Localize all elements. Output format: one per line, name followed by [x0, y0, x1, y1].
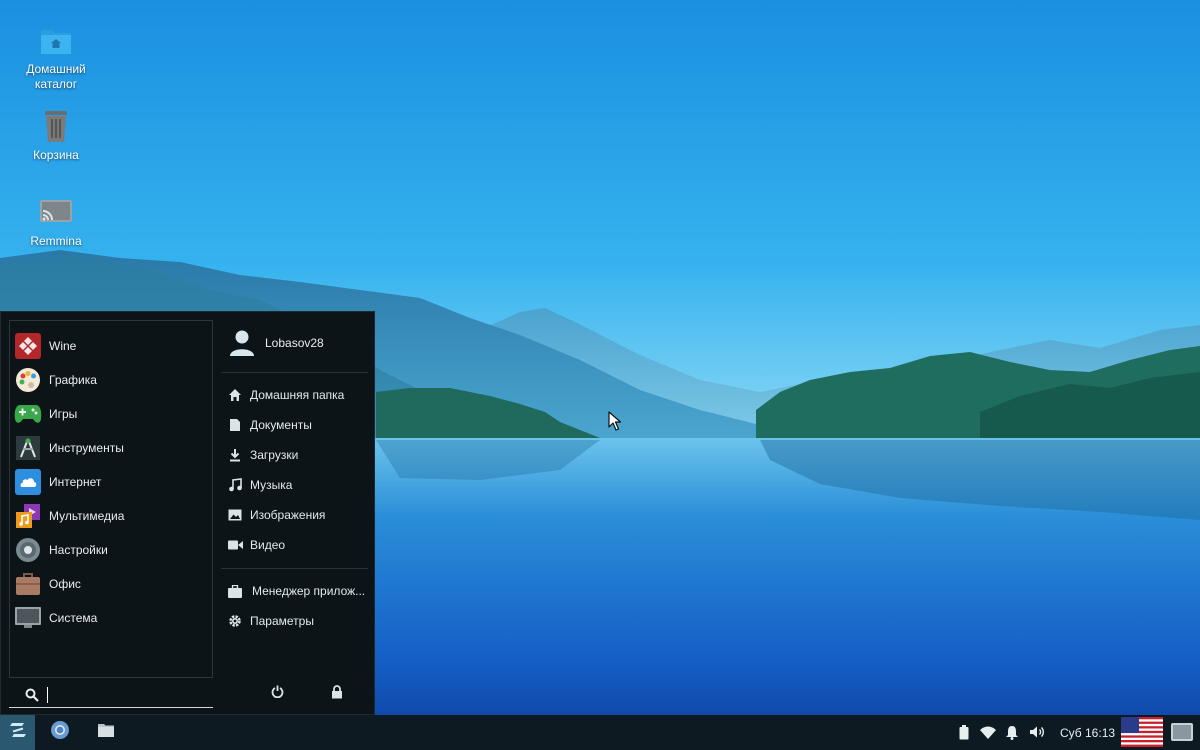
category-label: Игры	[49, 407, 78, 421]
desktop-icon-label: Домашний каталог	[26, 62, 86, 91]
category-games[interactable]: Игры	[12, 398, 210, 430]
clock[interactable]: Суб 16:13	[1060, 715, 1115, 750]
tools-icon	[14, 434, 42, 462]
category-settings[interactable]: Настройки	[12, 534, 210, 566]
category-label: Инструменты	[49, 441, 124, 455]
start-menu: Wine Графика Игры Инструменты Интернет М…	[0, 311, 375, 715]
desktop-icon-label: Корзина	[33, 148, 79, 162]
user-account[interactable]: Lobasov28	[229, 328, 324, 358]
remmina-icon	[36, 192, 76, 232]
place-label: Видео	[250, 538, 286, 552]
category-label: Wine	[49, 339, 77, 353]
mouse-cursor-icon	[608, 411, 622, 436]
video-icon	[227, 537, 243, 553]
document-icon	[227, 417, 243, 433]
category-list: Wine Графика Игры Инструменты Интернет М…	[9, 320, 213, 678]
show-desktop-icon[interactable]	[1171, 723, 1193, 741]
menu-search	[9, 682, 213, 708]
cloud-icon	[14, 468, 42, 496]
category-multimedia[interactable]: Мультимедиа	[12, 500, 210, 532]
category-label: Настройки	[49, 543, 108, 557]
gamepad-icon	[14, 400, 42, 428]
settings-item[interactable]: Параметры	[227, 610, 367, 632]
multimedia-icon	[14, 502, 42, 530]
place-label: Изображения	[250, 508, 326, 522]
place-music[interactable]: Музыка	[227, 474, 367, 496]
place-label: Загрузки	[250, 448, 299, 462]
place-pictures[interactable]: Изображения	[227, 504, 367, 526]
user-name: Lobasov28	[265, 336, 324, 350]
keyboard-layout-indicator[interactable]	[1121, 717, 1163, 747]
desktop-icon-home[interactable]: Домашний каталог	[11, 20, 101, 92]
file-manager-icon	[97, 722, 115, 743]
category-office[interactable]: Офис	[12, 568, 210, 600]
place-downloads[interactable]: Загрузки	[227, 444, 367, 466]
menu-separator	[221, 568, 368, 569]
palette-icon	[14, 366, 42, 394]
settings-label: Параметры	[250, 614, 314, 628]
image-icon	[227, 507, 243, 523]
us-flag-icon	[1121, 717, 1163, 750]
search-icon	[23, 686, 41, 704]
battery-icon[interactable]	[955, 723, 973, 741]
category-tools[interactable]: Инструменты	[12, 432, 210, 464]
clock-text: Суб 16:13	[1060, 725, 1116, 740]
category-internet[interactable]: Интернет	[12, 466, 210, 498]
category-label: Система	[49, 611, 98, 625]
desktop-icon-remmina[interactable]: Remmina	[11, 192, 101, 249]
search-input[interactable]	[47, 686, 197, 703]
category-label: Интернет	[49, 475, 102, 489]
app-manager-label: Менеджер прилож...	[252, 584, 366, 598]
monitor-icon	[14, 604, 42, 632]
menu-separator	[221, 372, 368, 373]
home-icon	[227, 387, 243, 403]
taskbar: Суб 16:13	[0, 715, 1200, 750]
briefcase-icon	[14, 570, 42, 598]
desktop-icon-trash[interactable]: Корзина	[11, 106, 101, 163]
category-label: Офис	[49, 577, 81, 591]
place-label: Музыка	[250, 478, 293, 492]
category-graphics[interactable]: Графика	[12, 364, 210, 396]
category-wine[interactable]: Wine	[12, 330, 210, 362]
volume-icon[interactable]	[1028, 723, 1046, 741]
wifi-icon[interactable]	[979, 723, 997, 741]
trash-icon	[36, 106, 76, 146]
app-manager-item[interactable]: Менеджер прилож...	[227, 580, 367, 602]
gear-icon	[227, 613, 243, 629]
place-label: Документы	[250, 418, 312, 432]
taskbar-app-browser[interactable]	[44, 715, 76, 750]
place-documents[interactable]: Документы	[227, 414, 367, 436]
user-icon	[229, 329, 255, 357]
app-manager-icon	[227, 583, 243, 599]
lock-button[interactable]	[325, 682, 349, 706]
download-icon	[227, 447, 243, 463]
power-button[interactable]	[265, 682, 289, 706]
category-label: Мультимедиа	[49, 509, 125, 523]
lock-icon	[331, 684, 343, 704]
taskbar-app-files[interactable]	[90, 715, 122, 750]
start-menu-button[interactable]	[0, 715, 35, 750]
notification-bell-icon[interactable]	[1003, 723, 1021, 741]
settings-gear-icon	[14, 536, 42, 564]
zorin-logo-icon	[9, 722, 27, 743]
home-folder-icon	[36, 20, 76, 60]
desktop-icon-label: Remmina	[30, 234, 82, 248]
music-icon	[227, 477, 243, 493]
category-system[interactable]: Система	[12, 602, 210, 634]
power-icon	[271, 685, 284, 703]
place-label: Домашняя папка	[250, 388, 345, 402]
chromium-icon	[50, 720, 70, 745]
category-label: Графика	[49, 373, 97, 387]
place-videos[interactable]: Видео	[227, 534, 367, 556]
wine-icon	[14, 332, 42, 360]
place-home[interactable]: Домашняя папка	[227, 384, 367, 406]
